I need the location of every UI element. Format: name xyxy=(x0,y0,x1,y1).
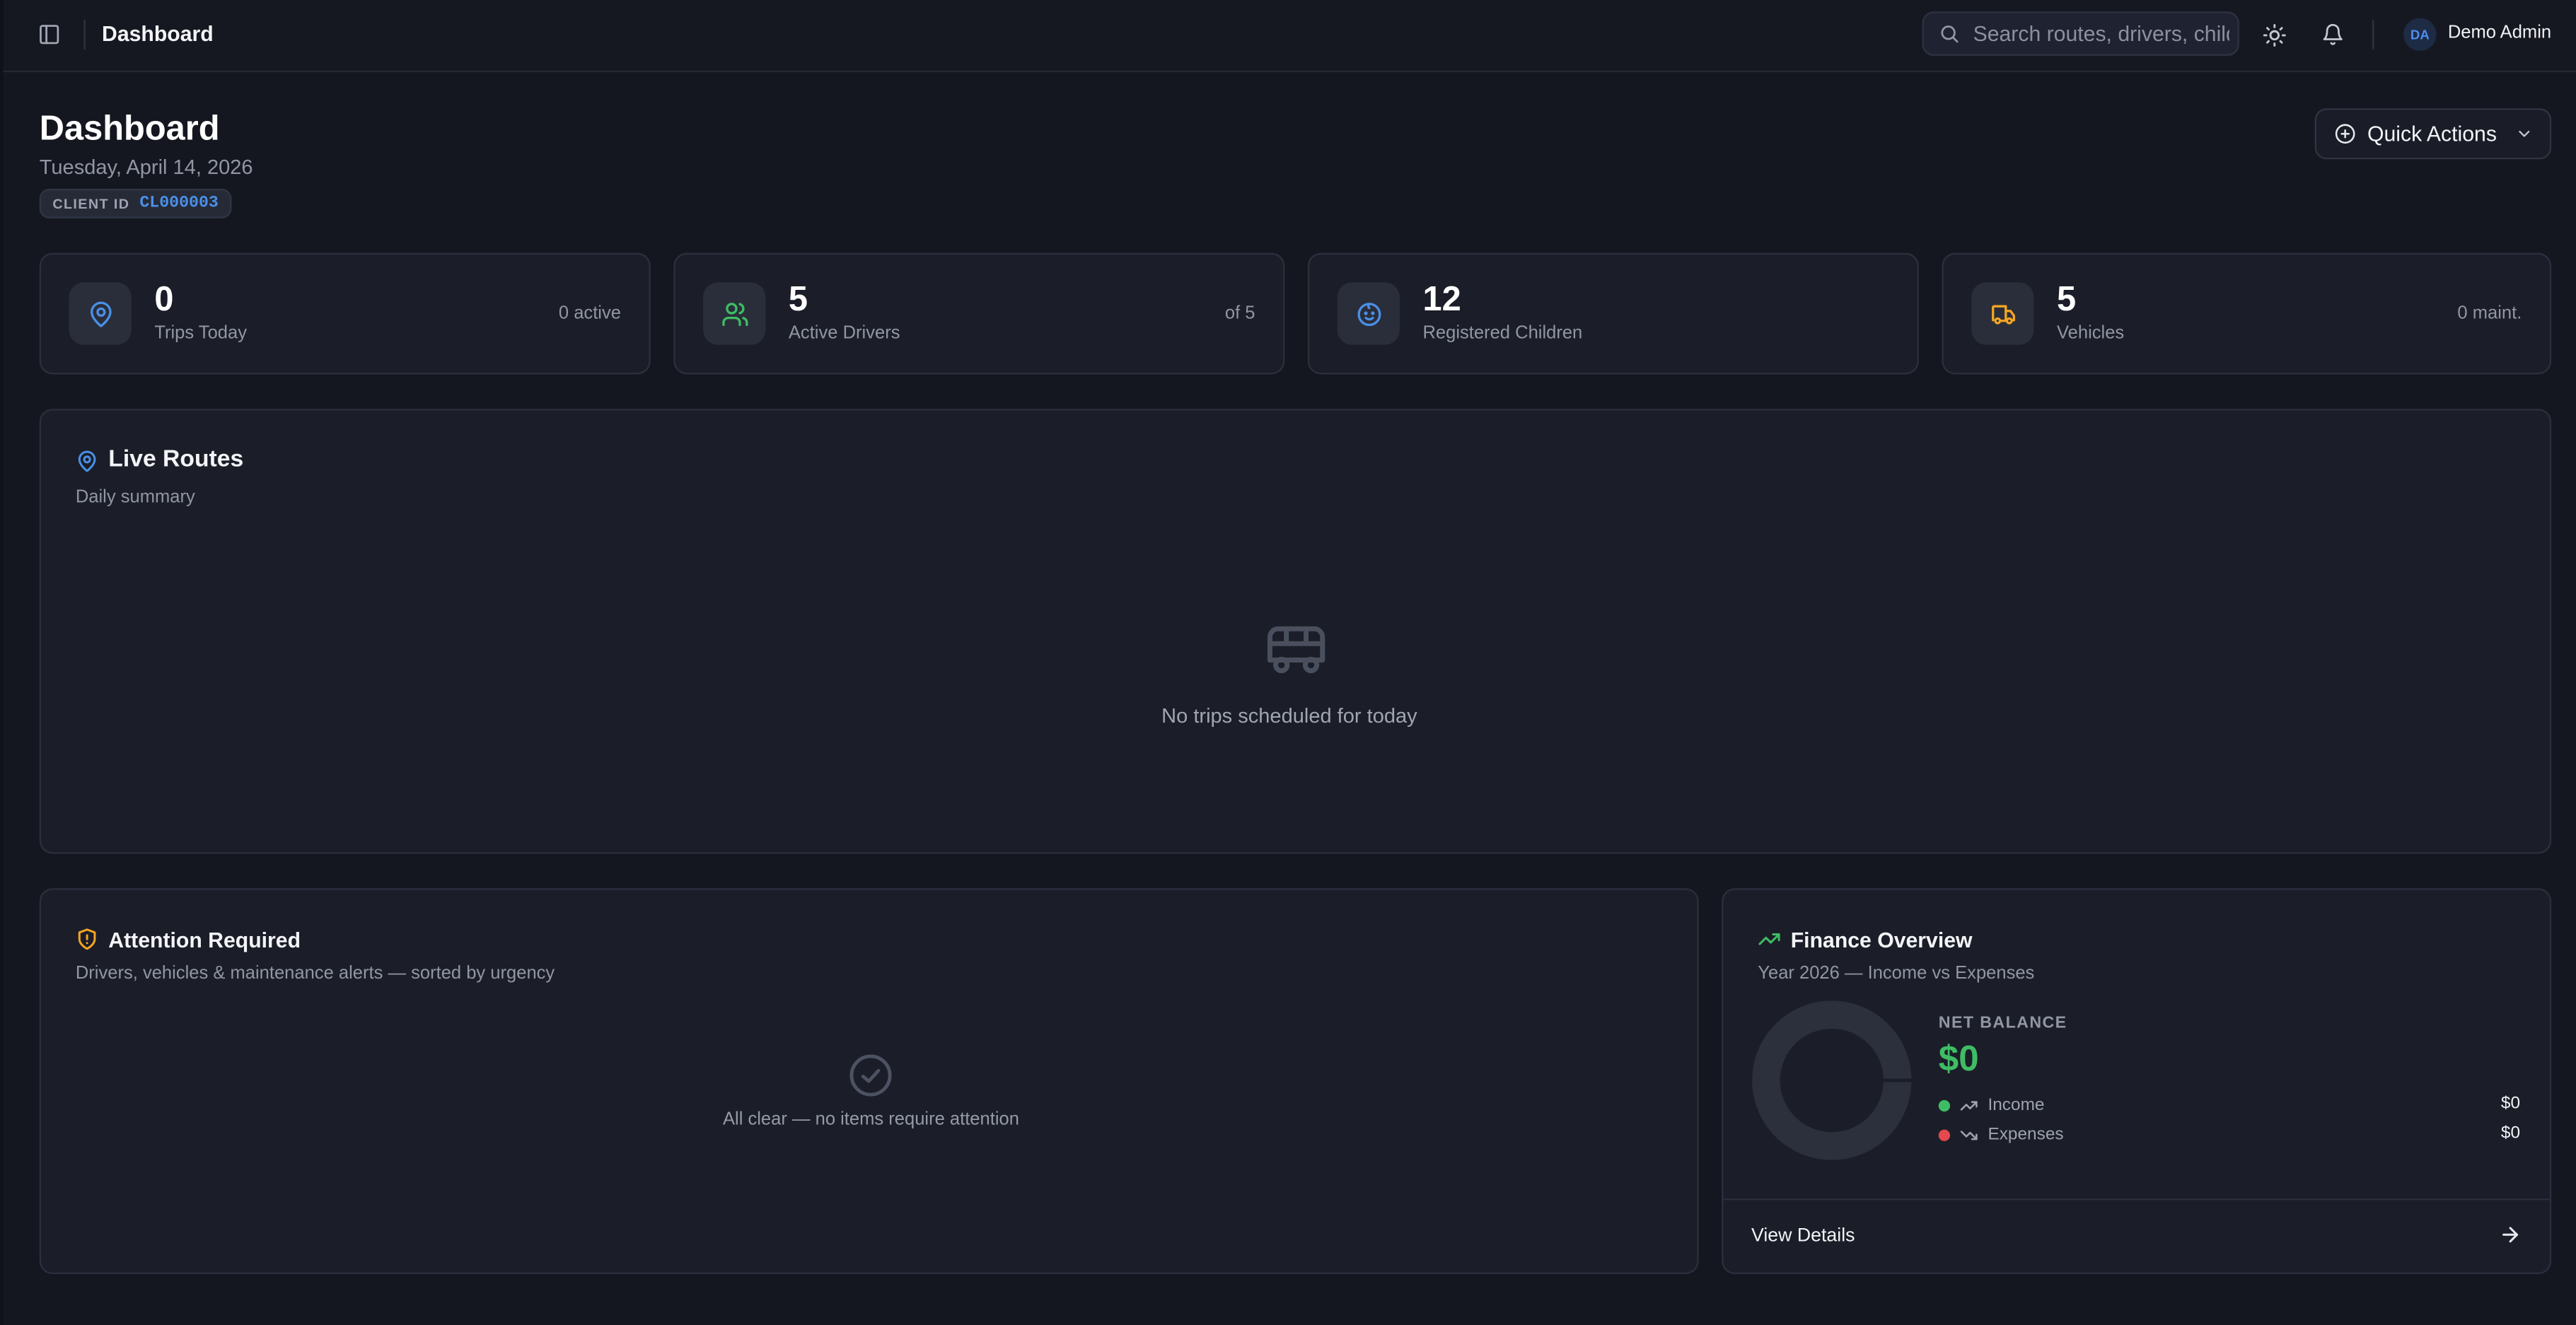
avatar[interactable]: DA xyxy=(2403,18,2437,51)
quick-actions-button[interactable]: Quick Actions xyxy=(2314,108,2552,160)
stat-card-trips[interactable]: 0 Trips Today 0 active xyxy=(39,252,651,375)
stat-value: 12 xyxy=(1422,281,1461,319)
stat-label: Trips Today xyxy=(154,323,247,344)
top-bar: Dashboard DA Demo Admin xyxy=(3,0,2576,73)
header-divider xyxy=(83,19,86,49)
view-details-label: View Details xyxy=(1751,1226,1855,1247)
chevron-down-icon xyxy=(2518,130,2529,137)
finance-card: Finance Overview Year 2026 — Income vs E… xyxy=(1722,888,2552,1275)
net-balance-label: NET BALANCE xyxy=(1938,1015,2067,1033)
stat-icon-box xyxy=(69,282,132,345)
sidebar-toggle-icon xyxy=(40,25,59,45)
stat-value: 5 xyxy=(788,281,808,319)
breadcrumb-current: Dashboard xyxy=(102,21,214,47)
finance-subtitle: Year 2026 — Income vs Expenses xyxy=(1758,964,2035,983)
sidebar-toggle-button[interactable] xyxy=(35,20,64,49)
shield-alert-icon xyxy=(78,928,96,950)
app-root: Dashboard DA Demo Admin Dashboard Tuesda… xyxy=(0,0,2576,1325)
income-dot xyxy=(1938,1099,1951,1111)
stat-icon-box xyxy=(703,282,766,345)
legend-expenses: Expenses xyxy=(1938,1123,2064,1146)
finance-title: Finance Overview xyxy=(1790,928,1973,952)
attention-card: Attention Required Drivers, vehicles & m… xyxy=(39,888,1699,1275)
finance-donut-chart xyxy=(1752,1000,1913,1160)
attention-empty-text: All clear — no items require attention xyxy=(722,1109,1019,1130)
stat-meta: of 5 xyxy=(1224,303,1255,324)
client-id-value: CL000003 xyxy=(139,194,219,213)
income-label: Income xyxy=(1988,1095,2045,1115)
theme-toggle-button[interactable] xyxy=(2257,18,2290,51)
users-icon xyxy=(721,302,748,325)
net-balance-value: $0 xyxy=(1938,1037,1979,1079)
donut-track xyxy=(1752,1000,1912,1160)
live-routes-empty-text: No trips scheduled for today xyxy=(1161,704,1417,728)
trending-up-icon xyxy=(1758,933,1780,945)
live-routes-card: Live Routes Daily summary No trips sched… xyxy=(39,409,2552,854)
sidebar-edge xyxy=(0,0,4,1325)
stat-card-vehicles[interactable]: 5 Vehicles 0 maint. xyxy=(1942,252,2552,375)
header-divider-right xyxy=(2372,19,2374,49)
search-input[interactable] xyxy=(1969,19,2233,48)
search-icon xyxy=(1941,25,1959,43)
stat-label: Vehicles xyxy=(2057,323,2125,344)
stat-meta: 0 maint. xyxy=(2457,303,2522,324)
global-search[interactable] xyxy=(1922,11,2239,56)
baby-face-icon xyxy=(1357,302,1381,325)
income-value: $0 xyxy=(2500,1093,2521,1114)
arrow-right-icon xyxy=(2502,1227,2519,1243)
stat-icon-box xyxy=(1971,282,2034,345)
plus-circle-icon xyxy=(2335,124,2355,144)
stat-value: 5 xyxy=(2057,281,2077,319)
trending-down-icon xyxy=(1960,1130,1978,1140)
attention-subtitle: Drivers, vehicles & maintenance alerts —… xyxy=(75,964,555,983)
bell-icon xyxy=(2323,23,2343,45)
quick-actions-label: Quick Actions xyxy=(2367,121,2497,146)
live-routes-subtitle: Daily summary xyxy=(75,487,195,508)
truck-icon xyxy=(1990,304,2014,324)
trending-up-icon xyxy=(1960,1100,1978,1110)
stat-card-drivers[interactable]: 5 Active Drivers of 5 xyxy=(673,252,1285,375)
map-pin-icon xyxy=(89,300,111,327)
expenses-value: $0 xyxy=(2500,1123,2521,1143)
sun-icon xyxy=(2262,23,2285,46)
user-name[interactable]: Demo Admin xyxy=(2448,23,2551,43)
client-id-label: CLIENT ID xyxy=(52,195,130,212)
map-pin-icon xyxy=(78,450,96,472)
client-id-badge: CLIENT ID CL000003 xyxy=(39,189,232,218)
stat-label: Active Drivers xyxy=(788,323,900,344)
bus-icon xyxy=(1267,626,1325,674)
page-date: Tuesday, April 14, 2026 xyxy=(39,156,253,180)
live-routes-title: Live Routes xyxy=(108,446,244,473)
expenses-dot xyxy=(1938,1128,1951,1140)
view-details-link[interactable]: View Details xyxy=(1723,1198,2550,1272)
stat-card-children[interactable]: 12 Registered Children xyxy=(1307,252,1919,375)
expenses-label: Expenses xyxy=(1988,1124,2064,1145)
stat-icon-box xyxy=(1337,282,1400,345)
stat-value: 0 xyxy=(154,281,174,319)
stat-label: Registered Children xyxy=(1422,323,1583,344)
notifications-button[interactable] xyxy=(2316,18,2349,51)
stat-meta: 0 active xyxy=(558,303,621,324)
attention-title: Attention Required xyxy=(108,928,301,952)
page-title: Dashboard xyxy=(39,110,220,148)
check-circle-icon xyxy=(849,1054,892,1097)
legend-income: Income xyxy=(1938,1094,2045,1117)
